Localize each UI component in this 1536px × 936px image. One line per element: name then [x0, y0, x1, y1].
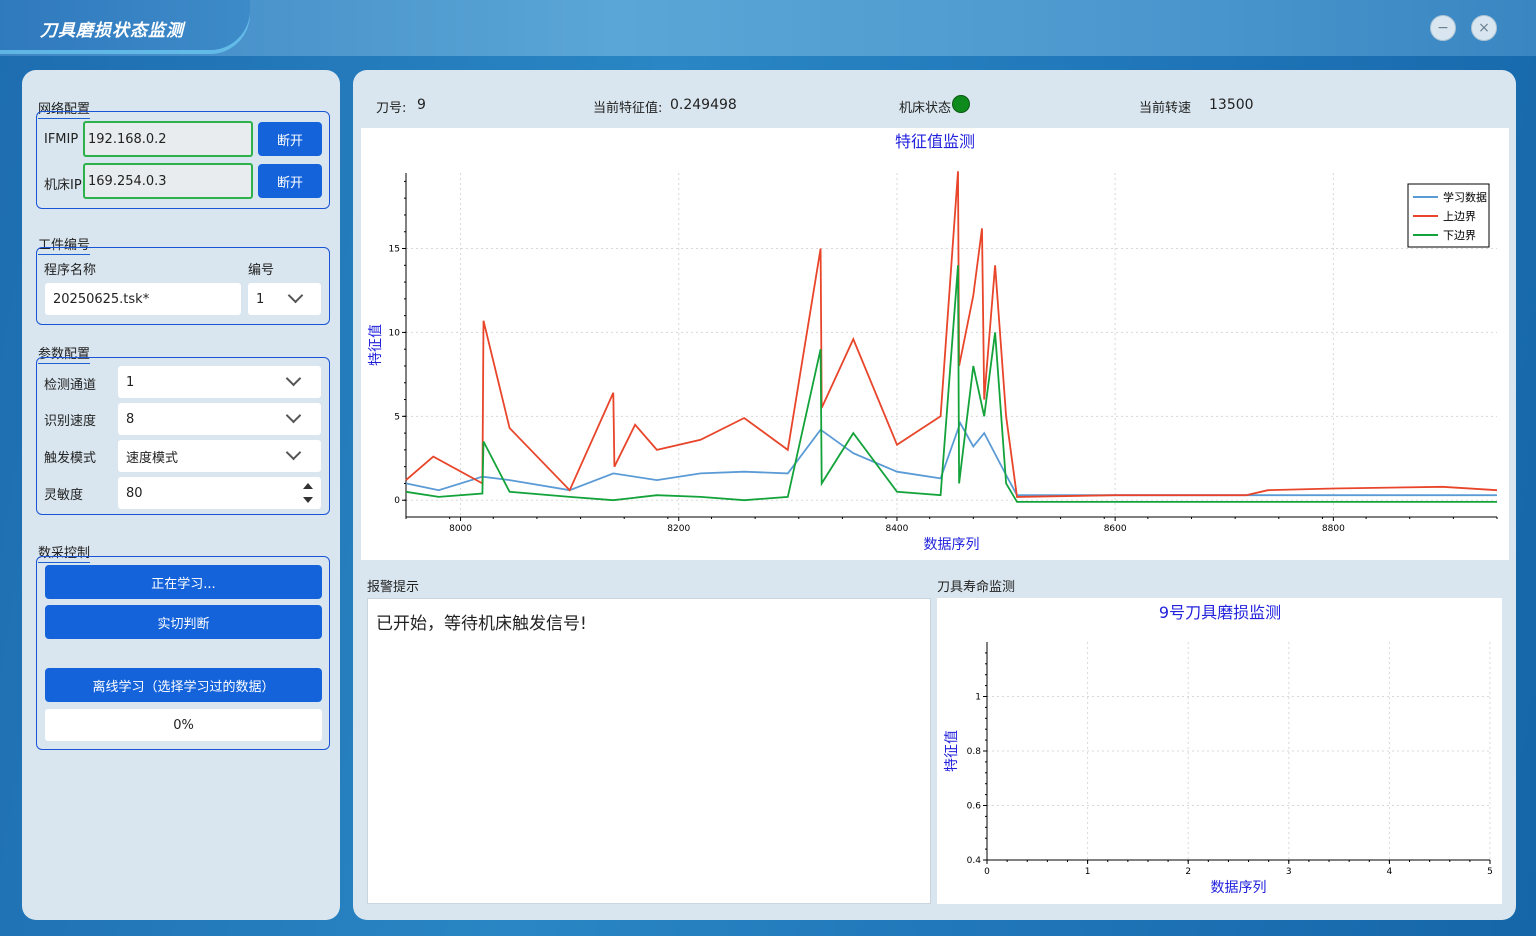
- legend-label: 学习数据: [1443, 190, 1487, 204]
- y-tick-label: 0: [394, 496, 400, 506]
- x-tick-label: 5: [1487, 867, 1493, 877]
- number-select[interactable]: 1: [248, 283, 321, 315]
- wear-chart: 0 1 2 3 4 5 0.4 0.6 0.8 1 9号刀具磨损监测数据序列 特征值: [937, 598, 1502, 904]
- trigger-label: 触发模式: [44, 451, 97, 466]
- ifmip-label: IFMIP: [44, 132, 79, 147]
- left-panel: 网络配置 IFMIP 192.168.0.2 断开 机床IP 169.254.0…: [22, 70, 340, 920]
- feature-value: 0.249498: [670, 97, 737, 113]
- tool-label: 刀号:: [376, 101, 407, 116]
- x-axis-label: 数据序列: [1211, 880, 1267, 896]
- title-tab: 刀具磨损状态监测: [0, 0, 250, 50]
- minus-icon: −: [1437, 20, 1449, 36]
- y-tick-label: 15: [389, 245, 400, 255]
- x-tick-label: 2: [1185, 867, 1191, 877]
- machine-ip-disconnect-button[interactable]: 断开: [258, 164, 322, 198]
- title-bar: 刀具磨损状态监测 − ×: [0, 0, 1536, 56]
- x-tick-label: 8800: [1322, 524, 1345, 534]
- x-tick-label: 3: [1286, 867, 1292, 877]
- channel-value: 1: [126, 374, 135, 390]
- program-label: 程序名称: [44, 263, 97, 278]
- feature-chart-svg: 8000 8200 8400 8600 8800 0 5 10 15 特征值监测数据序列 特征值 学习…: [368, 132, 1498, 553]
- trigger-select[interactable]: 速度模式: [118, 440, 321, 472]
- y-tick-label: 1: [975, 693, 981, 703]
- x-axis-label: 数据序列: [924, 537, 980, 553]
- spin-down-icon[interactable]: [303, 497, 313, 503]
- number-value: 1: [256, 291, 265, 307]
- offline-learning-button[interactable]: 离线学习（选择学习过的数据）: [45, 668, 322, 702]
- chart-title: 特征值监测: [895, 132, 975, 151]
- ifmip-disconnect-button[interactable]: 断开: [258, 122, 322, 156]
- chevron-down-icon: [285, 370, 302, 387]
- machine-status-indicator: [952, 95, 970, 113]
- program-name-value: 20250625.tsk*: [53, 291, 150, 307]
- speed-label: 识别速度: [44, 414, 97, 429]
- chevron-down-icon: [287, 287, 304, 304]
- alarm-message: 已开始，等待机床触发信号!: [376, 614, 587, 634]
- machine-ip-value: 169.254.0.3: [88, 173, 167, 189]
- x-tick-label: 8400: [885, 524, 908, 534]
- spin-up-icon[interactable]: [303, 483, 313, 489]
- window-title: 刀具磨损状态监测: [40, 21, 184, 41]
- y-tick-label: 0.4: [967, 856, 982, 866]
- sensitivity-spinbox[interactable]: 80: [118, 477, 321, 509]
- ifmip-field[interactable]: 192.168.0.2: [83, 121, 253, 157]
- alarm-section-title: 报警提示: [367, 580, 420, 595]
- machine-ip-field[interactable]: 169.254.0.3: [83, 163, 253, 199]
- progress-text: 0%: [173, 717, 194, 733]
- trigger-value: 速度模式: [126, 450, 179, 466]
- legend-label: 下边界: [1443, 229, 1476, 242]
- wear-chart-svg: 0 1 2 3 4 5 0.4 0.6 0.8 1 9号刀具磨损监测数据序列 特征值: [944, 603, 1493, 896]
- number-label: 编号: [248, 263, 275, 278]
- legend-label: 上边界: [1443, 210, 1476, 223]
- y-axis-label: 特征值: [944, 730, 960, 772]
- sensitivity-label: 灵敏度: [44, 488, 84, 503]
- machine-state-label: 机床状态: [899, 101, 952, 116]
- y-tick-label: 10: [389, 328, 401, 338]
- x-tick-label: 4: [1387, 867, 1393, 877]
- x-tick-label: 1: [1085, 867, 1091, 877]
- speed-select[interactable]: 8: [118, 403, 321, 435]
- x-tick-label: 8000: [449, 524, 472, 534]
- x-tick-label: 0: [984, 867, 990, 877]
- alarm-textbox: 已开始，等待机床触发信号!: [367, 598, 931, 904]
- progress-bar: 0%: [45, 709, 322, 741]
- feature-label: 当前特征值:: [593, 101, 663, 116]
- judge-button[interactable]: 实切判断: [45, 605, 322, 639]
- y-axis-label: 特征值: [368, 324, 384, 366]
- minimize-button[interactable]: −: [1430, 15, 1456, 41]
- x-tick-label: 8600: [1104, 524, 1127, 534]
- program-name-field[interactable]: 20250625.tsk*: [45, 283, 241, 315]
- y-tick-label: 0.6: [967, 802, 982, 812]
- speed-value-top: 13500: [1209, 97, 1254, 113]
- sensitivity-value: 80: [126, 485, 143, 501]
- close-icon: ×: [1478, 20, 1490, 36]
- speed-value: 8: [126, 411, 135, 427]
- channel-select[interactable]: 1: [118, 366, 321, 398]
- life-section-title: 刀具寿命监测: [937, 580, 1016, 595]
- feature-chart: 8000 8200 8400 8600 8800 0 5 10 15 特征值监测数据序列 特征值 学习…: [361, 128, 1509, 560]
- chart-title: 9号刀具磨损监测: [1159, 603, 1281, 622]
- close-button[interactable]: ×: [1471, 15, 1497, 41]
- learning-button[interactable]: 正在学习...: [45, 565, 322, 599]
- ifmip-value: 192.168.0.2: [88, 131, 167, 147]
- tool-value: 9: [417, 97, 426, 113]
- chevron-down-icon: [285, 407, 302, 424]
- right-panel: 刀号: 9 当前特征值: 0.249498 机床状态 当前转速 13500 80…: [353, 70, 1516, 920]
- speed-label-top: 当前转速: [1139, 101, 1192, 116]
- x-tick-label: 8200: [667, 524, 690, 534]
- y-tick-label: 0.8: [967, 747, 982, 757]
- channel-label: 检测通道: [44, 378, 97, 393]
- chevron-down-icon: [285, 444, 302, 461]
- y-tick-label: 5: [394, 412, 400, 422]
- machine-ip-label: 机床IP: [44, 178, 82, 193]
